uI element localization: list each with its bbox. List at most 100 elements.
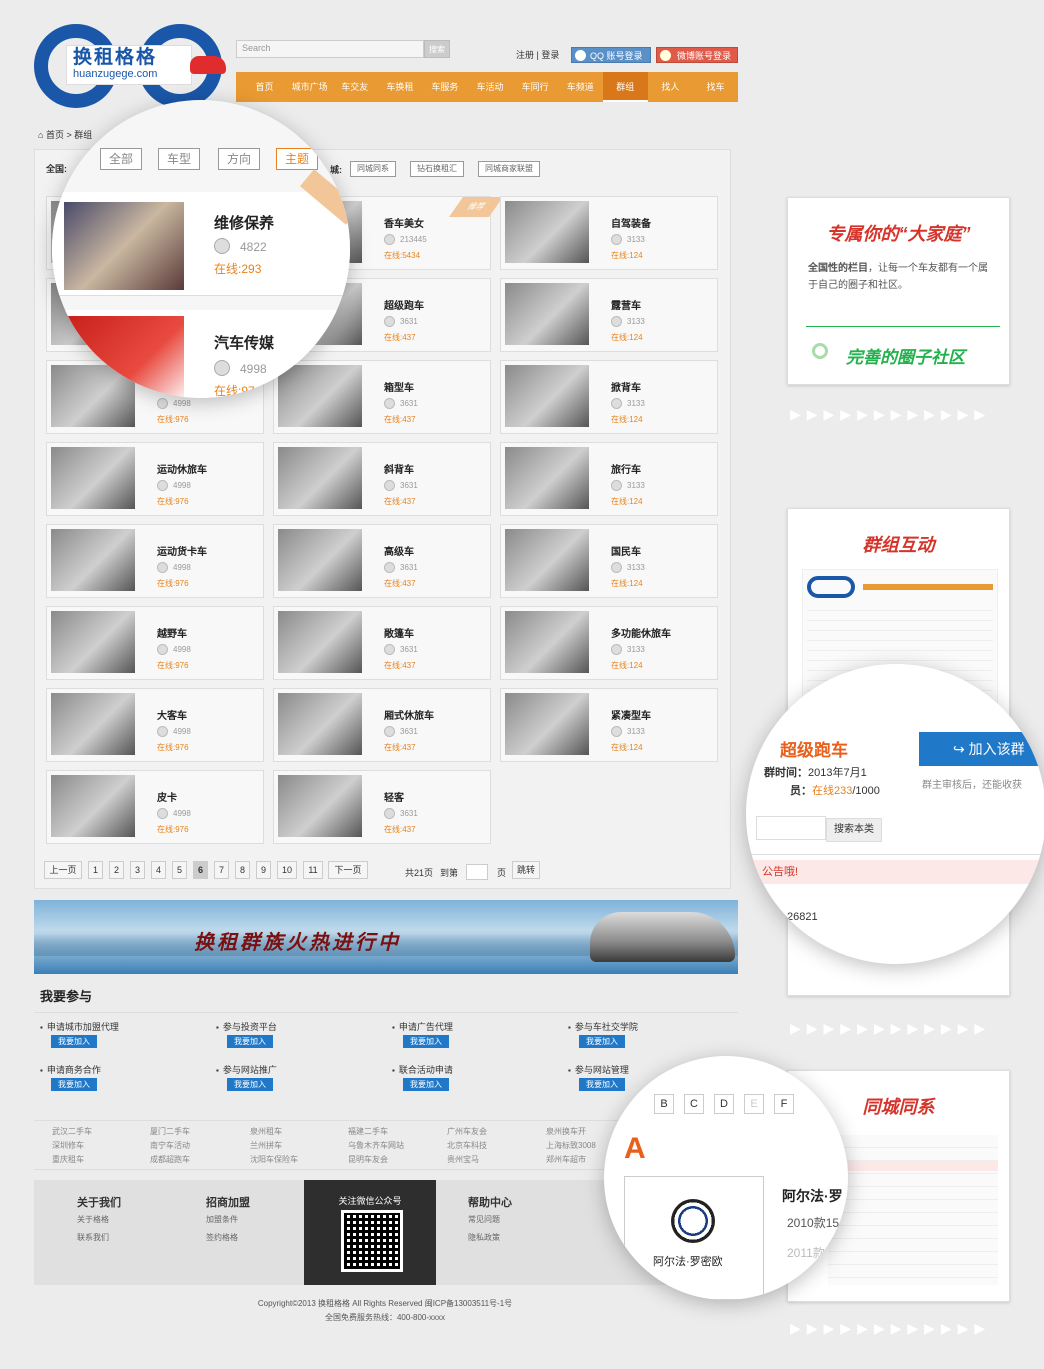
search-input[interactable]: Search xyxy=(236,40,424,58)
city-link[interactable]: 泉州换车开 xyxy=(546,1126,586,1137)
prev-page-button[interactable]: 上一页 xyxy=(44,861,82,879)
footer-link[interactable]: 加盟条件 xyxy=(206,1214,238,1225)
filter-tag[interactable]: 钻石换租汇 xyxy=(410,161,464,177)
nav-item[interactable]: 首页 xyxy=(242,72,287,102)
zoom-tab[interactable]: 车型 xyxy=(158,148,201,170)
nav-item[interactable]: 车换租 xyxy=(377,72,422,102)
join-button[interactable]: 我要加入 xyxy=(579,1035,625,1048)
filter-tag[interactable]: 同城商家联盟 xyxy=(478,161,540,177)
group-card[interactable]: 轻客 3631 在线:437 xyxy=(273,770,491,844)
nav-item[interactable]: 车服务 xyxy=(422,72,467,102)
promo-banner[interactable]: 换租群族火热进行中 xyxy=(34,900,738,974)
group-card[interactable]: 越野车 4998 在线:976 xyxy=(46,606,264,680)
nav-item[interactable]: 车同行 xyxy=(513,72,558,102)
join-button[interactable]: 我要加入 xyxy=(579,1078,625,1091)
footer-link[interactable]: 关于格格 xyxy=(77,1214,109,1225)
page-button[interactable]: 8 xyxy=(235,861,250,879)
group-card[interactable]: 斜背车 3631 在线:437 xyxy=(273,442,491,516)
zoom-tab[interactable]: 方向 xyxy=(218,148,261,170)
page-button[interactable]: 6 xyxy=(193,861,208,879)
zoom-search-field[interactable] xyxy=(756,816,826,840)
nav-item[interactable]: 车频道 xyxy=(558,72,603,102)
group-card[interactable]: 国民车 3133 在线:124 xyxy=(500,524,718,598)
join-button[interactable]: 我要加入 xyxy=(51,1078,97,1091)
footer-link[interactable]: 隐私政策 xyxy=(468,1232,500,1243)
footer-link[interactable]: 签约格格 xyxy=(206,1232,238,1243)
nav-item[interactable]: 城市广场 xyxy=(287,72,332,102)
search-category-button[interactable]: 搜索本类 xyxy=(826,818,882,842)
city-link[interactable]: 厦门二手车 xyxy=(150,1126,190,1137)
brand-card[interactable]: 阿尔法·罗密欧 xyxy=(624,1176,764,1300)
logo[interactable]: 换租格格 huanzugege.com xyxy=(66,45,192,85)
jump-button[interactable]: 跳转 xyxy=(512,861,540,879)
group-card[interactable]: 敞篷车 3631 在线:437 xyxy=(273,606,491,680)
weibo-login-button[interactable]: 微博账号登录 xyxy=(656,47,738,63)
group-card[interactable]: 皮卡 4998 在线:976 xyxy=(46,770,264,844)
page-button[interactable]: 9 xyxy=(256,861,271,879)
group-card[interactable]: 大客车 4998 在线:976 xyxy=(46,688,264,762)
page-button[interactable]: 3 xyxy=(130,861,145,879)
city-link[interactable]: 沈阳车保险车 xyxy=(250,1154,298,1165)
group-card[interactable]: 露营车 3133 在线:124 xyxy=(500,278,718,352)
brand-year[interactable]: 2010款15 xyxy=(787,1214,839,1231)
search-button[interactable]: 搜索 xyxy=(424,40,450,58)
letter-tab[interactable]: E xyxy=(744,1094,764,1114)
page-button[interactable]: 10 xyxy=(277,861,297,879)
group-card[interactable]: 运动货卡车 4998 在线:976 xyxy=(46,524,264,598)
join-button[interactable]: 我要加入 xyxy=(227,1078,273,1091)
page-button[interactable]: 4 xyxy=(151,861,166,879)
home-icon[interactable]: ⌂ xyxy=(38,130,43,140)
city-link[interactable]: 成都超跑车 xyxy=(150,1154,190,1165)
page-input[interactable] xyxy=(466,864,488,880)
nav-item[interactable]: 车活动 xyxy=(467,72,512,102)
group-card[interactable]: 旅行车 3133 在线:124 xyxy=(500,442,718,516)
city-link[interactable]: 深圳修车 xyxy=(52,1140,84,1151)
page-button[interactable]: 2 xyxy=(109,861,124,879)
qq-login-button[interactable]: QQ 账号登录 xyxy=(571,47,651,63)
brand-year[interactable]: 2011款 xyxy=(787,1244,825,1261)
city-link[interactable]: 贵州宝马 xyxy=(447,1154,479,1165)
city-link[interactable]: 广州车友会 xyxy=(447,1126,487,1137)
page-button[interactable]: 5 xyxy=(172,861,187,879)
city-link[interactable]: 兰州拼车 xyxy=(250,1140,282,1151)
zoom-tab[interactable]: 主题 xyxy=(276,148,319,170)
group-card[interactable]: 厢式休旅车 3631 在线:437 xyxy=(273,688,491,762)
group-card[interactable]: 高级车 3631 在线:437 xyxy=(273,524,491,598)
next-page-button[interactable]: 下一页 xyxy=(328,861,368,879)
breadcrumb-home[interactable]: 首页 xyxy=(46,130,64,140)
city-link[interactable]: 福建二手车 xyxy=(348,1126,388,1137)
group-card[interactable]: 运动休旅车 4998 在线:976 xyxy=(46,442,264,516)
nav-item[interactable]: 找人 xyxy=(648,72,693,102)
filter-tag[interactable]: 同城同系 xyxy=(350,161,396,177)
letter-tab[interactable]: D xyxy=(714,1094,734,1114)
letter-tab[interactable]: F xyxy=(774,1094,794,1114)
city-link[interactable]: 上海标致3008 xyxy=(546,1140,596,1151)
letter-tab[interactable]: C xyxy=(684,1094,704,1114)
city-link[interactable]: 北京车科技 xyxy=(447,1140,487,1151)
login-link[interactable]: 登录 xyxy=(541,50,559,60)
city-link[interactable]: 郑州车超市 xyxy=(546,1154,586,1165)
zoom-card-1[interactable]: 维修保养 4822 在线:293 xyxy=(52,169,350,296)
nav-item[interactable]: 找车 xyxy=(693,72,738,102)
join-button[interactable]: 我要加入 xyxy=(227,1035,273,1048)
group-card[interactable]: 掀背车 3133 在线:124 xyxy=(500,360,718,434)
group-card[interactable]: 紧凑型车 3133 在线:124 xyxy=(500,688,718,762)
footer-link[interactable]: 联系我们 xyxy=(77,1232,109,1243)
city-link[interactable]: 重庆租车 xyxy=(52,1154,84,1165)
footer-link[interactable]: 常见问题 xyxy=(468,1214,500,1225)
city-link[interactable]: 泉州租车 xyxy=(250,1126,282,1137)
letter-tab[interactable]: B xyxy=(654,1094,674,1114)
nav-item[interactable]: 群组 xyxy=(602,72,648,102)
city-link[interactable]: 昆明车友会 xyxy=(348,1154,388,1165)
page-button[interactable]: 7 xyxy=(214,861,229,879)
join-group-button[interactable]: ↪ 加入该群 xyxy=(919,732,1044,766)
join-button[interactable]: 我要加入 xyxy=(403,1035,449,1048)
zoom-card-2[interactable]: 汽车传媒 4998 在线:97 xyxy=(52,310,350,398)
zoom-tab[interactable]: 全部 xyxy=(100,148,143,170)
city-link[interactable]: 武汉二手车 xyxy=(52,1126,92,1137)
join-button[interactable]: 我要加入 xyxy=(403,1078,449,1091)
join-button[interactable]: 我要加入 xyxy=(51,1035,97,1048)
nav-item[interactable]: 车交友 xyxy=(332,72,377,102)
city-link[interactable]: 乌鲁木齐车网站 xyxy=(348,1140,404,1151)
group-card[interactable]: 多功能休旅车 3133 在线:124 xyxy=(500,606,718,680)
